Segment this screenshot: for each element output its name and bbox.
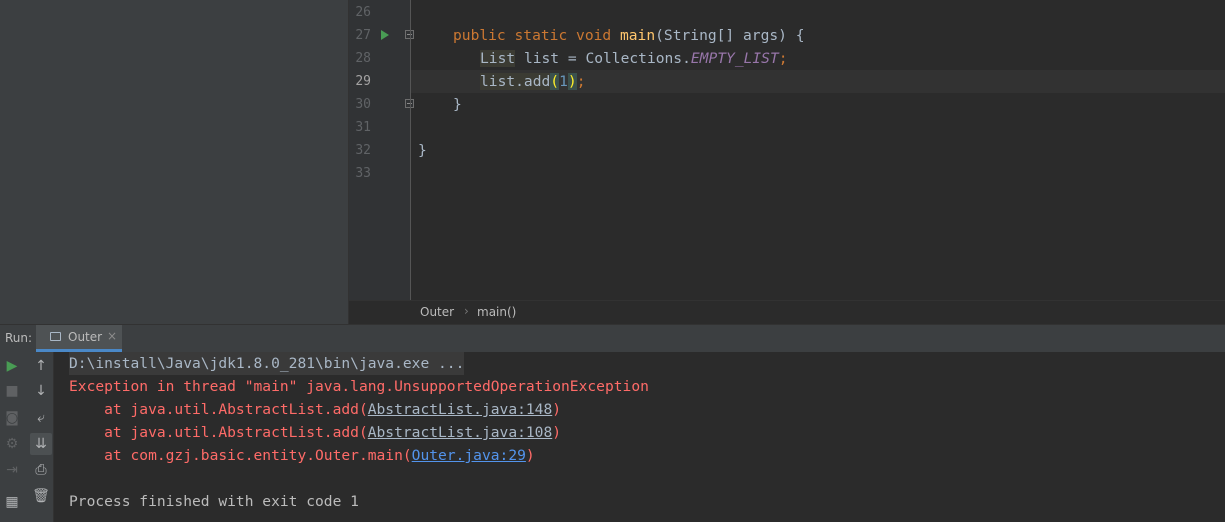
number-literal: 1 <box>559 73 568 90</box>
paren-close: ) <box>567 73 577 90</box>
trash-icon[interactable]: 🗑 <box>30 485 52 507</box>
line-number: 27 <box>355 28 371 43</box>
stack-frame: at com.gzj.basic.entity.Outer.main(Outer… <box>69 444 535 467</box>
stack-frame-link[interactable]: AbstractList.java:108 <box>368 424 553 441</box>
editor-gutter[interactable]: 26 27 28 29 30 31 32 33 <box>349 0 414 300</box>
close-icon[interactable]: × <box>107 329 117 343</box>
breadcrumb-class[interactable]: Outer <box>420 305 454 319</box>
code-line-32[interactable]: } <box>418 139 427 162</box>
breadcrumb: Outer › main() <box>349 300 1225 324</box>
soft-wrap-icon[interactable]: ⤶ <box>30 407 52 429</box>
code-line-27[interactable]: public static void main(String[] args) { <box>453 24 805 47</box>
code-text: list.add <box>480 73 551 90</box>
scroll-to-end-icon[interactable]: ⇊ <box>30 433 52 455</box>
line-number: 26 <box>355 5 371 20</box>
stack-frame-text: ) <box>552 424 562 441</box>
arrow-down-icon[interactable]: ↓ <box>30 380 52 402</box>
settings-icon[interactable]: ⚙ <box>1 433 23 455</box>
run-gutter-icon[interactable] <box>381 30 389 40</box>
console-icon <box>50 332 61 341</box>
breadcrumb-separator-icon: › <box>464 304 469 318</box>
line-number: 28 <box>355 51 371 66</box>
line-number: 30 <box>355 97 371 112</box>
stack-frame-link[interactable]: Outer.java:29 <box>412 447 526 464</box>
stack-frame-text: at java.util.AbstractList.add( <box>69 401 368 418</box>
rerun-icon[interactable]: ▶ <box>1 355 23 377</box>
stack-frame: at java.util.AbstractList.add(AbstractLi… <box>69 421 561 444</box>
breadcrumb-method[interactable]: main() <box>477 305 516 319</box>
method-name: main <box>619 27 656 44</box>
stack-frame-text: at com.gzj.basic.entity.Outer.main( <box>69 447 412 464</box>
run-label: Run: <box>5 331 33 345</box>
code-text: list = Collections. <box>515 50 691 67</box>
gutter-separator <box>410 0 411 300</box>
stack-frame-text: ) <box>552 401 562 418</box>
line-number-current: 29 <box>355 74 371 89</box>
tab-outer[interactable]: Outer × <box>36 325 122 352</box>
stack-frame: at java.util.AbstractList.add(AbstractLi… <box>69 398 561 421</box>
code-line-30[interactable]: } <box>453 93 462 116</box>
params: (String[] args) { <box>655 27 805 44</box>
static-constant: EMPTY_LIST <box>690 50 779 67</box>
keyword: void <box>576 27 612 44</box>
code-line-29[interactable]: list.add(1); <box>480 70 585 93</box>
console-command-line[interactable]: D:\install\Java\jdk1.8.0_281\bin\java.ex… <box>69 352 465 375</box>
paren-open: ( <box>550 73 560 90</box>
print-icon[interactable]: ⎙ <box>30 459 52 481</box>
semicolon: ; <box>576 73 586 90</box>
line-number: 33 <box>355 166 371 181</box>
camera-icon[interactable]: ◙ <box>1 407 23 429</box>
run-toolbar: ▶ ↑ ■ ↓ ◙ ⤶ ⚙ ⇊ ⇥ ⎙ ▦ 🗑 <box>0 352 54 522</box>
layout-icon[interactable]: ▦ <box>1 491 23 513</box>
console-exception-line: Exception in thread "main" java.lang.Uns… <box>69 378 649 395</box>
login-icon[interactable]: ⇥ <box>1 459 23 481</box>
project-panel <box>0 0 348 324</box>
console-exit-line: Process finished with exit code 1 <box>69 493 359 510</box>
type-name: List <box>480 50 516 67</box>
console-output[interactable]: D:\install\Java\jdk1.8.0_281\bin\java.ex… <box>54 352 1225 522</box>
tab-label: Outer <box>68 330 103 344</box>
stack-frame-text: ) <box>525 447 535 464</box>
run-tool-window-header: Run: Outer × <box>0 324 1225 352</box>
stack-frame-link[interactable]: AbstractList.java:148 <box>368 401 553 418</box>
semicolon: ; <box>778 50 788 67</box>
stop-icon[interactable]: ■ <box>1 380 23 402</box>
code-editor[interactable]: 26 27 28 29 30 31 32 33 public static vo… <box>349 0 1225 300</box>
arrow-up-icon[interactable]: ↑ <box>30 355 52 377</box>
stack-frame-text: at java.util.AbstractList.add( <box>69 424 368 441</box>
line-number: 31 <box>355 120 371 135</box>
line-number: 32 <box>355 143 371 158</box>
keyword: public <box>453 27 506 44</box>
keyword: static <box>514 27 568 44</box>
code-line-28[interactable]: List list = Collections.EMPTY_LIST; <box>480 47 788 70</box>
